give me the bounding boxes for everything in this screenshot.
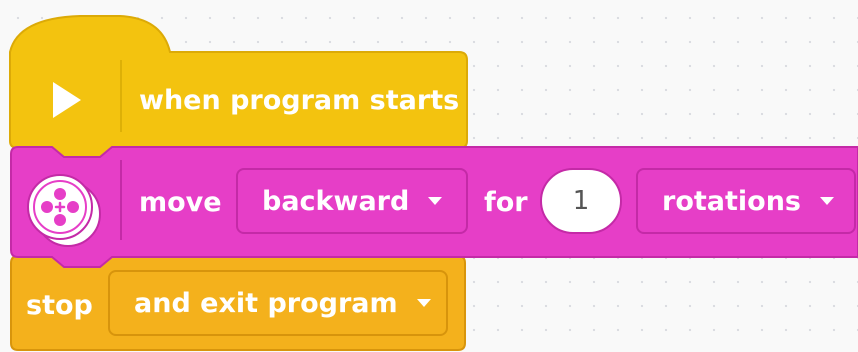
unit-dropdown[interactable]: rotations [636, 168, 856, 234]
direction-value: backward [262, 185, 410, 217]
program-canvas[interactable]: when program starts stop and exit progra… [0, 0, 858, 352]
motor-pair-icon [27, 174, 101, 247]
move-label: move [139, 187, 222, 218]
chevron-down-icon [820, 197, 834, 205]
for-label: for [484, 187, 528, 218]
direction-dropdown[interactable]: backward [236, 168, 468, 234]
unit-value: rotations [662, 185, 801, 217]
move-block-divider [120, 160, 122, 240]
chevron-down-icon [428, 197, 443, 205]
amount-input[interactable]: 1 [540, 168, 622, 234]
